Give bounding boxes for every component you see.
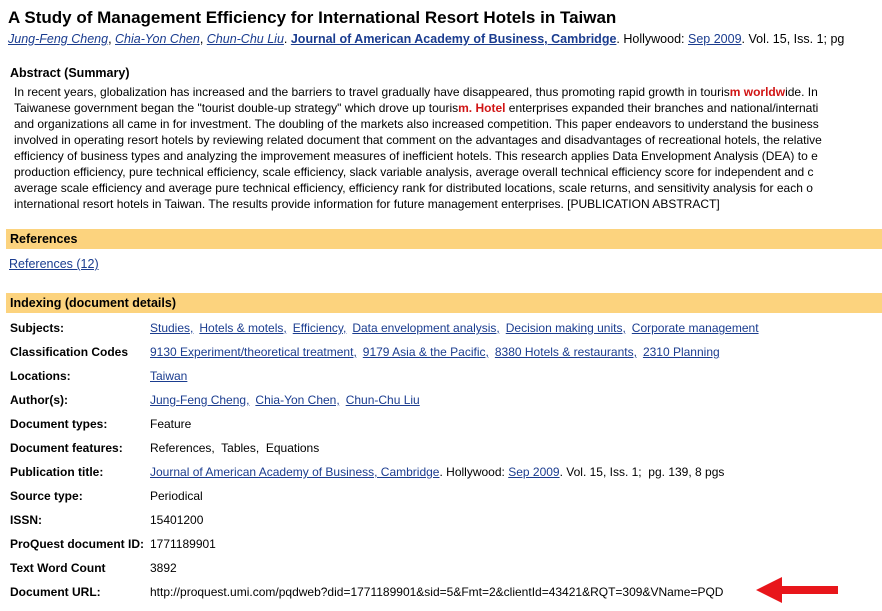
abstract-line: Taiwanese government began the "tourist … — [14, 101, 819, 115]
field-value: 15401200 — [150, 513, 204, 527]
locations-row: Locations: Taiwan — [10, 369, 880, 393]
field-label: Text Word Count — [10, 561, 106, 575]
subject-link[interactable]: Corporate management — [632, 321, 759, 335]
document-url-text[interactable]: http://proquest.umi.com/pqdweb?did=17711… — [150, 585, 723, 599]
field-label: Classification Codes — [10, 345, 129, 359]
field-label: Source type: — [10, 489, 83, 503]
field-value: Periodical — [150, 489, 203, 503]
abstract-line: average scale efficiency and average pur… — [14, 181, 813, 195]
document-features-row: Document features: References, Tables, E… — [10, 441, 880, 465]
publication-date-link[interactable]: Sep 2009 — [508, 465, 559, 479]
document-url-row: Document URL: http://proquest.umi.com/pq… — [10, 585, 880, 609]
citation-author-link[interactable]: Chia-Yon Chen — [115, 32, 200, 46]
field-label: Document URL: — [10, 585, 101, 599]
red-arrow-icon — [756, 577, 838, 603]
subject-link[interactable]: Studies, — [150, 321, 193, 335]
document-types-row: Document types: Feature — [10, 417, 880, 441]
publication-volume: . Vol. 15, Iss. 1; pg. 139, 8 pgs — [559, 465, 725, 479]
publication-place: . Hollywood: — [439, 465, 505, 479]
word-count-row: Text Word Count 3892 — [10, 561, 880, 585]
citation-date-link[interactable]: Sep 2009 — [688, 32, 742, 46]
classification-link[interactable]: 9130 Experiment/theoretical treatment, — [150, 345, 357, 359]
abstract-line: production efficiency, pure technical ef… — [14, 165, 814, 179]
field-label: Publication title: — [10, 465, 104, 479]
citation-author-link[interactable]: Chun-Chu Liu — [207, 32, 284, 46]
field-value: References, Tables, Equations — [150, 441, 320, 455]
citation-author-link[interactable]: Jung-Feng Cheng — [8, 32, 108, 46]
classification-link[interactable]: 8380 Hotels & restaurants, — [495, 345, 637, 359]
subject-link[interactable]: Efficiency, — [293, 321, 347, 335]
classification-row: Classification Codes 9130 Experiment/the… — [10, 345, 880, 369]
abstract-heading: Abstract (Summary) — [10, 66, 130, 80]
field-label: Document features: — [10, 441, 123, 455]
citation-volume: Vol. 15, Iss. 1; pg — [748, 32, 845, 46]
citation-journal-link[interactable]: Journal of American Academy of Business,… — [291, 32, 617, 46]
citation-place: Hollywood: — [623, 32, 685, 46]
location-link[interactable]: Taiwan — [150, 369, 187, 383]
subject-link[interactable]: Hotels & motels, — [199, 321, 286, 335]
abstract-line: international resort hotels in Taiwan. T… — [14, 197, 720, 211]
citation-line: Jung-Feng Cheng, Chia-Yon Chen, Chun-Chu… — [8, 32, 845, 46]
abstract-line: In recent years, globalization has incre… — [14, 85, 818, 99]
field-value: Feature — [150, 417, 192, 431]
classification-link[interactable]: 9179 Asia & the Pacific, — [363, 345, 489, 359]
author-link[interactable]: Chun-Chu Liu — [346, 393, 420, 407]
abstract-line: efficiency of business types and analyzi… — [14, 149, 818, 163]
references-section-header: References — [6, 229, 882, 249]
field-label: Author(s): — [10, 393, 68, 407]
source-type-row: Source type: Periodical — [10, 489, 880, 513]
publication-title-row: Publication title: Journal of American A… — [10, 465, 880, 489]
field-label: Subjects: — [10, 321, 65, 335]
issn-row: ISSN: 15401200 — [10, 513, 880, 537]
subjects-row: Subjects: Studies, Hotels & motels, Effici… — [10, 321, 880, 345]
author-link[interactable]: Chia-Yon Chen, — [255, 393, 339, 407]
field-label: ProQuest document ID: — [10, 537, 145, 551]
abstract-line: and organizations all came in for invest… — [14, 117, 819, 131]
authors-row: Author(s): Jung-Feng Cheng, Chia-Yon Chen… — [10, 393, 880, 417]
indexing-section-header: Indexing (document details) — [6, 293, 882, 313]
field-value: 1771189901 — [150, 537, 216, 551]
field-label: ISSN: — [10, 513, 43, 527]
classification-link[interactable]: 2310 Planning — [643, 345, 720, 359]
author-link[interactable]: Jung-Feng Cheng, — [150, 393, 249, 407]
proquest-id-row: ProQuest document ID: 1771189901 — [10, 537, 880, 561]
subject-link[interactable]: Data envelopment analysis, — [352, 321, 499, 335]
publication-link[interactable]: Journal of American Academy of Business,… — [150, 465, 439, 479]
field-value: 3892 — [150, 561, 177, 575]
abstract-text: In recent years, globalization has incre… — [14, 84, 882, 212]
abstract-line: involved in operating resort hotels by r… — [14, 133, 822, 147]
references-link[interactable]: References (12) — [9, 257, 99, 271]
field-label: Locations: — [10, 369, 71, 383]
field-label: Document types: — [10, 417, 108, 431]
document-title: A Study of Management Efficiency for Int… — [8, 8, 617, 27]
subject-link[interactable]: Decision making units, — [506, 321, 626, 335]
